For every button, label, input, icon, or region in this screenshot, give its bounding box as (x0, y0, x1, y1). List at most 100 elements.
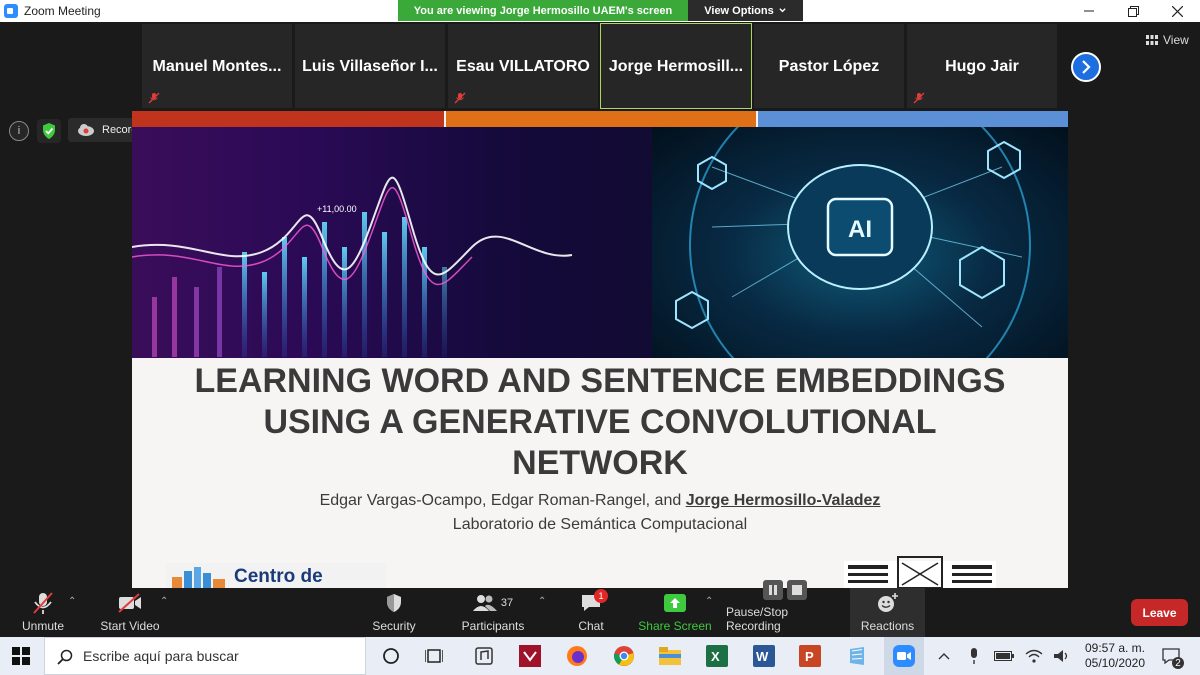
unmute-button[interactable]: Unmute (14, 588, 72, 637)
meeting-toolbar: Unmute ⌃ Start Video ⌃ Security 37 Parti… (0, 580, 1200, 637)
reactions-label: Reactions (860, 619, 915, 633)
chart-annotation: +11,00.00 (317, 204, 357, 214)
clock-time: 09:57 a. m. (1084, 641, 1146, 655)
tray-network[interactable] (1024, 637, 1044, 675)
title-bar: Zoom Meeting You are viewing Jorge Hermo… (0, 0, 1200, 22)
encryption-shield-button[interactable] (37, 119, 61, 143)
tray-microphone[interactable] (964, 637, 984, 675)
start-video-button[interactable]: Start Video (96, 588, 164, 637)
tray-overflow-button[interactable] (934, 637, 954, 675)
action-center-button[interactable]: 2 (1158, 637, 1184, 675)
tray-volume[interactable] (1052, 637, 1072, 675)
task-view-button[interactable] (422, 644, 446, 668)
participants-button[interactable]: 37 Participants (456, 588, 530, 637)
participant-name: Hugo Jair (945, 58, 1019, 75)
windows-start-icon[interactable] (12, 647, 30, 665)
video-options-caret[interactable]: ⌃ (160, 596, 168, 607)
audio-options-caret[interactable]: ⌃ (68, 596, 76, 607)
start-video-label: Start Video (100, 619, 160, 633)
smiley-plus-icon (877, 593, 898, 612)
minimize-icon (1084, 10, 1094, 12)
building-logo-icon (172, 567, 225, 588)
taskbar-app-word[interactable]: W (752, 644, 776, 668)
share-screen-button[interactable]: Share Screen (636, 588, 714, 637)
participant-tile-active-speaker[interactable]: Jorge Hermosill... (600, 23, 752, 109)
ai-chip-graphic: AI (675, 127, 1031, 358)
restore-icon (1127, 5, 1139, 17)
pause-stop-recording-button[interactable]: Pause/Stop Recording (726, 580, 844, 637)
zoom-app-icon (4, 4, 18, 18)
pause-icon (763, 580, 783, 600)
view-label: View (1163, 33, 1189, 47)
centro-logo: Centro de (166, 563, 386, 588)
reactions-button[interactable]: Reactions (850, 588, 925, 637)
participant-tile[interactable]: Esau VILLATORO (448, 24, 598, 108)
chevron-down-icon (779, 8, 786, 13)
taskbar-app-chrome[interactable] (612, 644, 636, 668)
close-button[interactable] (1154, 0, 1200, 22)
word-icon: W (753, 645, 775, 667)
taskbar-clock[interactable]: 09:57 a. m. 05/10/2020 (1080, 641, 1150, 671)
view-button[interactable]: View (1140, 30, 1195, 50)
shared-screen-slide: +11,00.00 AI LEARNING WORD AND SENTENCE … (132, 111, 1068, 588)
share-options-caret[interactable]: ⌃ (705, 596, 713, 607)
cortana-circle-icon (383, 648, 399, 664)
taskbar-app-mendeley[interactable] (518, 644, 542, 668)
cortana-button[interactable] (379, 644, 403, 668)
share-screen-label: Share Screen (638, 619, 712, 633)
slide-authors: Edgar Vargas-Ocampo, Edgar Roman-Rangel,… (132, 492, 1068, 510)
participant-name: Luis Villaseñor I... (302, 58, 438, 75)
neon-chart-graphic: +11,00.00 (132, 176, 573, 357)
slide-hero-images: +11,00.00 AI (132, 127, 1068, 358)
next-participants-button[interactable] (1071, 52, 1101, 82)
meeting-info-button[interactable]: i (9, 121, 29, 141)
stop-icon (787, 580, 807, 600)
taskbar-app-notes[interactable] (845, 644, 869, 668)
participant-tile[interactable]: Pastor López (754, 24, 904, 108)
battery-icon (994, 651, 1014, 661)
taskbar-app-zoom-active[interactable] (884, 637, 924, 675)
chat-button[interactable]: 1 Chat (572, 588, 610, 637)
muted-mic-icon (913, 92, 925, 104)
leave-button[interactable]: Leave (1131, 599, 1188, 626)
security-button[interactable]: Security (368, 588, 420, 637)
tray-battery[interactable] (992, 637, 1016, 675)
taskbar-app-powerpoint[interactable]: P (798, 644, 822, 668)
slide-title-line: NETWORK (512, 444, 688, 482)
minimize-button[interactable] (1066, 0, 1112, 22)
slide-stripe-red (132, 111, 444, 127)
window-title: Zoom Meeting (24, 4, 101, 18)
chat-label: Chat (578, 619, 604, 633)
participant-name: Esau VILLATORO (456, 58, 590, 75)
taskbar-app-firefox[interactable] (565, 644, 589, 668)
slide-title-line: LEARNING WORD AND SENTENCE EMBEDDINGS (194, 362, 1006, 400)
taskbar-app-excel[interactable]: X (705, 644, 729, 668)
slide-stripe-orange (446, 111, 756, 127)
view-options-label: View Options (704, 4, 774, 17)
participant-name: Manuel Montes... (152, 58, 282, 75)
music-app-icon (475, 647, 493, 665)
taskbar-app-file-explorer[interactable] (658, 644, 682, 668)
folder-icon (659, 647, 681, 665)
university-seal-logo (844, 555, 996, 588)
taskbar-search-box[interactable]: Escribe aquí para buscar (44, 637, 366, 675)
financial-chart-image: +11,00.00 (132, 127, 652, 358)
view-options-button[interactable]: View Options (688, 0, 803, 21)
participants-label: Participants (461, 619, 525, 633)
restore-button[interactable] (1110, 0, 1156, 22)
search-placeholder: Escribe aquí para buscar (83, 648, 239, 664)
clock-date: 05/10/2020 (1084, 656, 1146, 670)
cloud-recording-icon (78, 124, 94, 136)
participant-tile[interactable]: Hugo Jair (907, 24, 1057, 108)
taskbar-app-music[interactable] (472, 644, 496, 668)
shield-check-icon (43, 123, 55, 139)
participant-tile[interactable]: Luis Villaseñor I... (295, 24, 445, 108)
notification-count: 2 (1172, 657, 1184, 669)
participant-tile[interactable]: Manuel Montes... (142, 24, 292, 108)
slide-lab-name: Laboratorio de Semántica Computacional (452, 516, 748, 533)
participants-count: 37 (500, 597, 514, 609)
svg-text:X: X (711, 649, 720, 664)
participants-options-caret[interactable]: ⌃ (538, 596, 546, 607)
ai-label: AI (848, 216, 872, 243)
ai-globe-image: AI (652, 127, 1068, 358)
